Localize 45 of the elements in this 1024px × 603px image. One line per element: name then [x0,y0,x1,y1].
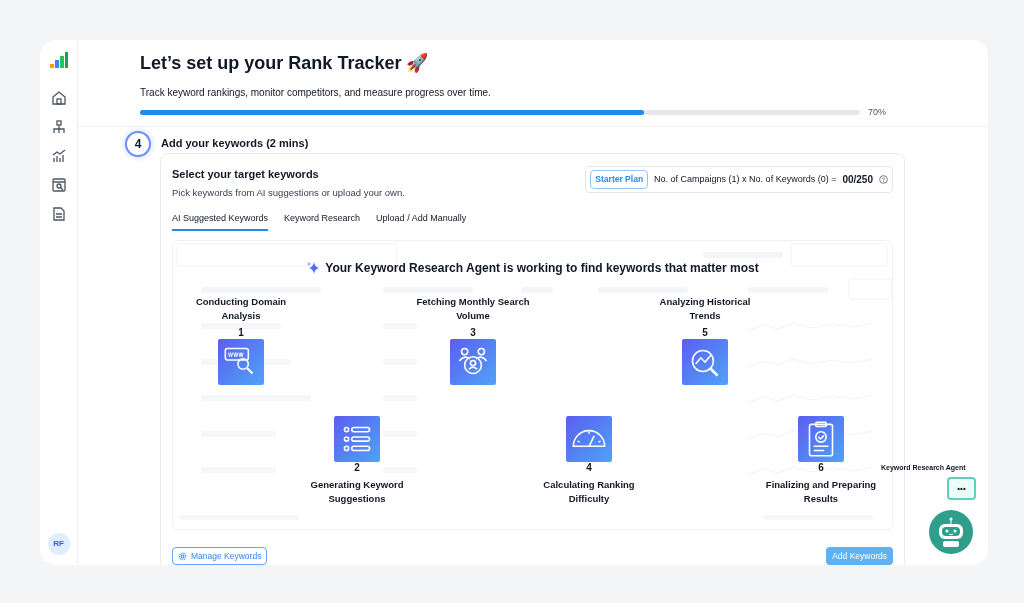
chart-search-icon [682,339,728,385]
hierarchy-icon[interactable] [51,120,66,134]
browser-search-icon[interactable] [51,178,66,192]
gauge-icon [566,416,612,462]
robot-avatar-icon[interactable] [928,509,974,555]
step-label: Conducting Domain Analysis [194,295,288,323]
step-number: 3 [470,327,476,339]
plan-badge: Starter Plan [590,170,649,189]
step-label: Calculating Ranking Difficulty [542,478,636,506]
home-icon[interactable] [51,91,66,105]
step-label: Generating Keyword Suggestions [309,478,405,506]
document-icon[interactable] [51,207,66,221]
analytics-icon[interactable] [51,149,66,163]
tab[interactable]: AI Suggested Keywords [172,211,269,232]
web-search-icon [218,339,264,385]
manage-keywords-button[interactable]: Manage Keywords [172,547,268,565]
tab[interactable]: Upload / Add Manually [376,211,467,232]
page-title: Let’s set up your Rank Tracker 🚀 [140,52,430,75]
step-number: 1 [238,327,244,339]
sparkle-icon [306,261,321,275]
step-number: 4 [586,462,592,474]
step-title: Add your keywords (2 mins) [161,136,309,152]
agent-menu-button[interactable]: ••• [947,477,976,500]
progress-reading: 70% [868,106,886,119]
help-icon[interactable] [879,174,888,184]
step-label: Analyzing Historical Trends [658,295,752,323]
section-heading: Select your target keywords [172,167,320,182]
step-number: 6 [818,462,824,474]
section-description: Pick keywords from AI suggestions or upload your own. [172,185,405,200]
quota-formula: No. of Campaigns (1) x No. of Keywords (0) = [654,172,837,186]
page-subtitle: Track keyword rankings, monitor competitors, and measure progress over time. [140,86,492,100]
step-label: Finalizing and Preparing Results [764,478,878,506]
step-label: Fetching Monthly Search Volume [415,295,531,323]
quota-value: 00/250 [842,172,873,187]
step-number: 5 [702,327,708,339]
agent-headline: Your Keyword Research Agent is working to find keywords that matter most [325,260,759,277]
tab[interactable]: Keyword Research [284,211,361,232]
step-number: 4 [125,130,151,157]
bar-chart-logo-icon [49,52,68,68]
clipboard-check-icon [798,416,844,462]
gear-icon [178,551,187,561]
list-icon [334,416,380,462]
user-avatar[interactable]: RF [47,533,70,555]
users-search-icon [450,339,496,385]
step-number: 2 [354,462,360,474]
